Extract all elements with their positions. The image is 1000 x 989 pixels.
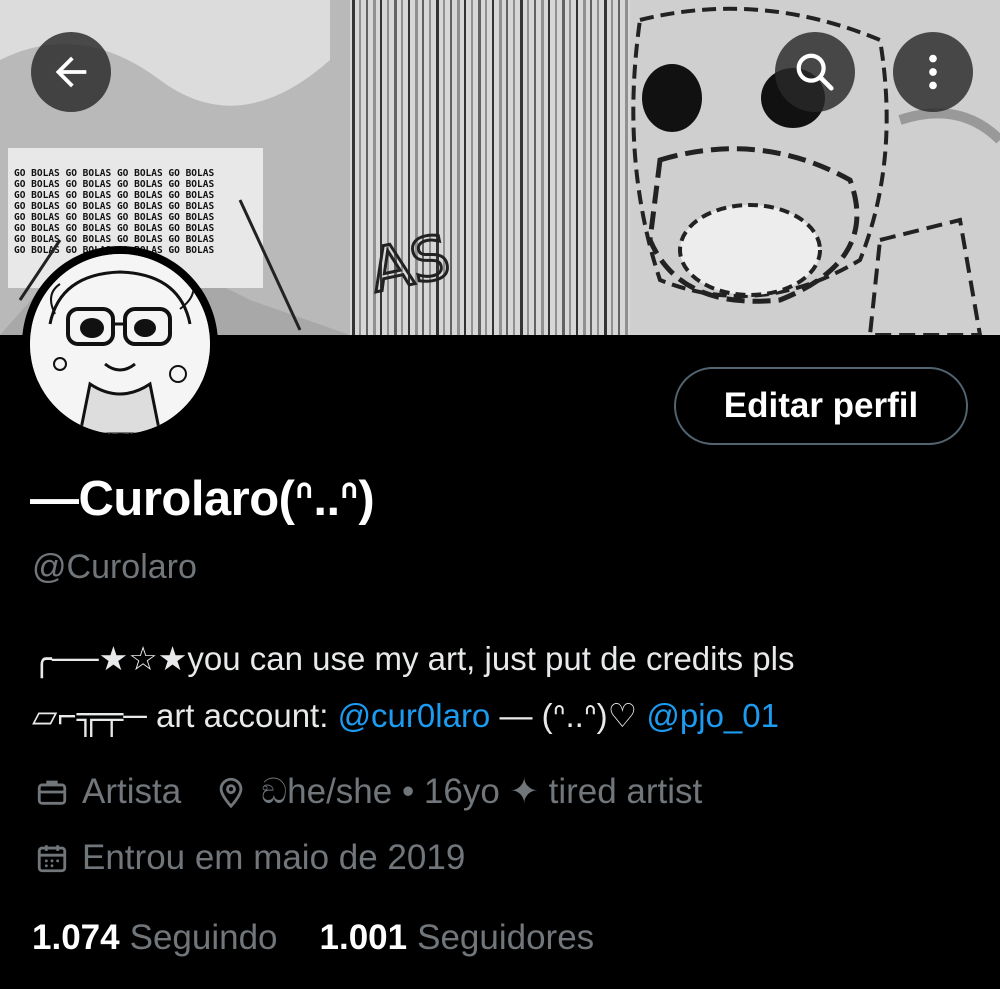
banner-stripe — [457, 0, 460, 335]
joined-row: Entrou em maio de 2019 — [32, 838, 465, 878]
banner-text-row: GO BOLAS GO BOLAS GO BOLAS GO BOLAS — [14, 168, 214, 179]
followers-label: Seguidores — [417, 918, 595, 957]
banner-stripe — [359, 0, 361, 335]
banner-stripe — [541, 0, 544, 335]
banner-stripe — [583, 0, 586, 335]
banner-text-row: GO BOLAS GO BOLAS GO BOLAS GO BOLAS — [14, 212, 214, 223]
more-vertical-icon — [910, 49, 956, 95]
banner-stripe — [492, 0, 494, 335]
display-name: —Curolaro(ᐢ..ᐢ) — [30, 472, 375, 526]
banner-stripe — [366, 0, 368, 335]
banner-stripe — [569, 0, 571, 335]
banner-text-row: GO BOLAS GO BOLAS GO BOLAS GO BOLAS — [14, 190, 214, 201]
banner-stripe — [464, 0, 466, 335]
bio-line-2: ▱⌐╦╤─ art account: @cur0laro — (ᐢ..ᐢ)♡ @… — [32, 687, 982, 744]
banner-stripe — [611, 0, 613, 335]
banner-stripe — [485, 0, 487, 335]
followers-link[interactable]: 1.001 Seguidores — [320, 918, 595, 958]
search-button[interactable] — [775, 32, 855, 112]
banner-stripe — [527, 0, 529, 335]
banner-text-row: GO BOLAS GO BOLAS GO BOLAS GO BOLAS — [14, 179, 214, 190]
following-link[interactable]: 1.074 Seguindo — [32, 918, 278, 958]
banner-stripe — [478, 0, 481, 335]
bio-line-2-prefix: ▱⌐╦╤─ art account: — [32, 697, 338, 734]
joined-text: Entrou em maio de 2019 — [82, 838, 466, 877]
avatar[interactable] — [22, 246, 218, 442]
back-button[interactable] — [31, 32, 111, 112]
follow-stats: 1.074 Seguindo 1.001 Seguidores — [32, 918, 594, 958]
mention-link-cur0laro[interactable]: @cur0laro — [338, 697, 491, 734]
banner-stripe — [352, 0, 355, 335]
banner-stripe — [520, 0, 523, 335]
edit-profile-button[interactable]: Editar perfil — [674, 367, 968, 445]
banner-stripe — [506, 0, 508, 335]
banner-stripe — [471, 0, 473, 335]
banner-stripe — [576, 0, 578, 335]
banner-text-row: GO BOLAS GO BOLAS GO BOLAS GO BOLAS — [14, 234, 214, 245]
briefcase-icon — [32, 772, 72, 812]
banner-stripe — [548, 0, 550, 335]
handle: @Curolaro — [32, 548, 197, 586]
more-options-button[interactable] — [893, 32, 973, 112]
profile-meta-row: Artista ඞhe/she • 16yo ✦ tired artist — [32, 772, 702, 812]
profession-text: Artista — [82, 772, 182, 811]
banner-stripe — [562, 0, 565, 335]
banner-stripe — [534, 0, 536, 335]
followers-count: 1.001 — [319, 918, 408, 957]
location-text: ඞhe/she • 16yo ✦ tired artist — [261, 772, 703, 811]
banner-stripe — [513, 0, 515, 335]
bio-line-1: ╭──★☆★you can use my art, just put de cr… — [32, 640, 795, 677]
banner-stripe — [618, 0, 620, 335]
banner-stripe — [604, 0, 607, 335]
following-label: Seguindo — [129, 918, 278, 957]
arrow-left-icon — [48, 49, 94, 95]
following-count: 1.074 — [32, 918, 120, 957]
location-pin-icon — [211, 772, 251, 812]
bio: ╭──★☆★you can use my art, just put de cr… — [32, 630, 982, 744]
avatar-image — [30, 254, 210, 434]
banner-stripe — [625, 0, 628, 335]
banner-text-row: GO BOLAS GO BOLAS GO BOLAS GO BOLAS — [14, 201, 214, 212]
search-icon — [792, 49, 838, 95]
banner-stripe — [499, 0, 502, 335]
mention-link-pjo-01[interactable]: @pjo_01 — [646, 697, 779, 734]
profile-page: GO BOLAS GO BOLAS GO BOLAS GO BOLAS GO BO… — [0, 0, 1000, 989]
calendar-icon — [32, 838, 72, 878]
banner-text-row: GO BOLAS GO BOLAS GO BOLAS GO BOLAS — [14, 223, 214, 234]
banner-stripe — [555, 0, 557, 335]
banner-stripe — [597, 0, 599, 335]
bio-line-2-middle: — (ᐢ..ᐢ)♡ — [490, 697, 647, 734]
banner-stripe — [590, 0, 592, 335]
